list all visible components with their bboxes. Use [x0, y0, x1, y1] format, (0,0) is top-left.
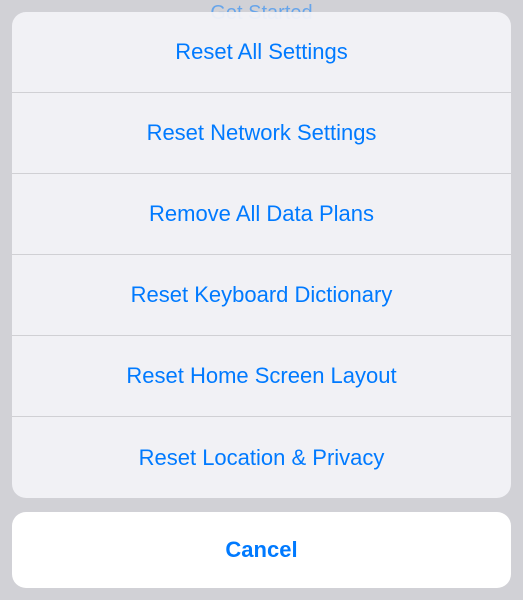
reset-all-settings-button[interactable]: Reset All Settings: [12, 12, 511, 93]
action-label: Remove All Data Plans: [149, 201, 374, 227]
action-label: Reset All Settings: [175, 39, 347, 65]
action-label: Reset Location & Privacy: [139, 445, 385, 471]
action-label: Reset Keyboard Dictionary: [131, 282, 393, 308]
reset-action-sheet: Reset All Settings Reset Network Setting…: [12, 12, 511, 498]
remove-all-data-plans-button[interactable]: Remove All Data Plans: [12, 174, 511, 255]
reset-network-settings-button[interactable]: Reset Network Settings: [12, 93, 511, 174]
action-label: Reset Network Settings: [147, 120, 377, 146]
cancel-button[interactable]: Cancel: [12, 512, 511, 588]
reset-home-screen-layout-button[interactable]: Reset Home Screen Layout: [12, 336, 511, 417]
reset-location-privacy-button[interactable]: Reset Location & Privacy: [12, 417, 511, 498]
action-label: Reset Home Screen Layout: [126, 363, 396, 389]
reset-keyboard-dictionary-button[interactable]: Reset Keyboard Dictionary: [12, 255, 511, 336]
cancel-label: Cancel: [225, 537, 297, 563]
